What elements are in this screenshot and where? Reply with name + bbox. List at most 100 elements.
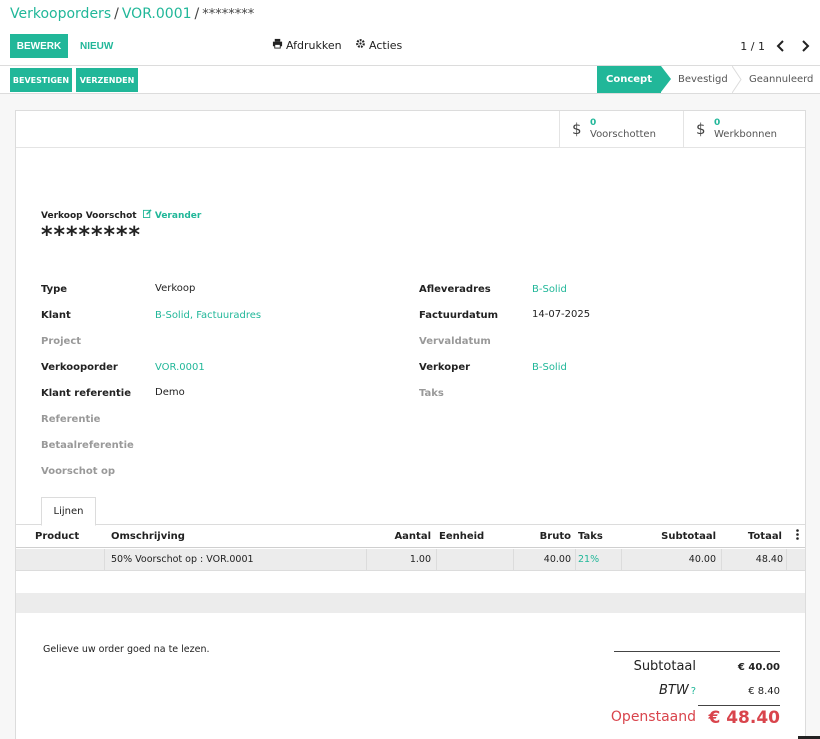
cell-gross: 40.00	[543, 554, 571, 565]
record-name: ********	[41, 223, 142, 248]
dollar-icon: $	[572, 120, 582, 138]
totals-divider	[698, 705, 780, 706]
field-value-salesperson[interactable]: B-Solid	[532, 362, 567, 373]
record-subtitle: Verkoop Voorschot Verander	[41, 209, 201, 221]
field-label-delivery-address: Afleveradres	[419, 284, 491, 295]
field-label-due-date: Vervaldatum	[419, 336, 491, 347]
form-sheet: $ 0 Voorschotten $ 0 Werkbonnen Verkoop …	[15, 110, 806, 739]
section-divider	[16, 593, 805, 613]
breadcrumb: Verkooporders / VOR.0001/********	[10, 6, 254, 22]
field-label-project: Project	[41, 336, 82, 347]
field-value-sales-order[interactable]: VOR.0001	[155, 362, 205, 373]
breadcrumb-separator: /	[194, 6, 200, 22]
table-row[interactable]: 50% Voorschot op : VOR.0001 1.00 40.00 2…	[16, 549, 805, 571]
cell-divider	[366, 549, 367, 571]
field-label-invoice-date: Factuurdatum	[419, 310, 499, 321]
amount-due-label: Openstaand	[610, 709, 696, 725]
field-value-customer[interactable]: B-Solid, Factuuradres	[155, 310, 261, 321]
gear-icon	[355, 38, 366, 52]
pager-value[interactable]: 1 / 1	[740, 40, 765, 53]
field-value-delivery-address[interactable]: B-Solid	[532, 284, 567, 295]
record-type-label: Verkoop Voorschot	[41, 211, 137, 221]
cell-description: 50% Voorschot op : VOR.0001	[111, 554, 254, 565]
advances-smart-button[interactable]: $ 0 Voorschotten	[559, 111, 683, 147]
actions-button[interactable]: Acties	[355, 38, 402, 52]
stage-concept[interactable]: Concept	[597, 66, 671, 93]
tax-label: BTW	[658, 683, 689, 698]
column-header-product[interactable]: Product	[35, 531, 79, 542]
amount-due-value: € 48.40	[708, 708, 780, 728]
print-label: Afdrukken	[286, 38, 342, 52]
field-label-advance-on: Voorschot op	[41, 466, 116, 477]
change-type-label: Verander	[154, 211, 202, 221]
subtotal-value: € 40.00	[737, 662, 780, 673]
column-header-quantity[interactable]: Aantal	[394, 531, 431, 542]
print-button[interactable]: Afdrukken	[272, 38, 342, 52]
pager-next-button[interactable]	[797, 37, 813, 55]
column-header-subtotal[interactable]: Subtotaal	[661, 531, 716, 542]
column-header-unit[interactable]: Eenheid	[439, 531, 484, 542]
column-header-tax[interactable]: Taks	[578, 531, 603, 542]
cell-divider	[513, 549, 514, 571]
cell-subtotal: 40.00	[688, 554, 716, 565]
cell-quantity: 1.00	[409, 554, 431, 565]
cell-divider	[786, 549, 787, 571]
field-value-invoice-date: 14-07-2025	[532, 309, 591, 320]
breadcrumb-separator: /	[114, 6, 119, 22]
stage-cancelled[interactable]: Geannuleerd	[749, 66, 813, 93]
stage-separator-icon	[732, 66, 742, 93]
work-orders-count: 0	[714, 118, 721, 128]
cell-divider	[104, 549, 105, 571]
order-note: Gelieve uw order goed na te lezen.	[43, 644, 210, 655]
breadcrumb-current: ********	[202, 7, 255, 22]
cell-tax[interactable]: 21%	[578, 554, 599, 565]
dollar-icon: $	[696, 120, 706, 138]
print-icon	[272, 38, 283, 52]
field-value-type: Verkoop	[155, 283, 196, 294]
new-button[interactable]: NIEUW	[75, 34, 118, 58]
control-panel: Verkooporders / VOR.0001/******** BEWERK N…	[0, 0, 820, 66]
chevron-right-icon	[801, 40, 809, 52]
tax-value: € 8.40	[748, 686, 780, 697]
edit-button[interactable]: BEWERK	[10, 34, 68, 58]
field-label-customer: Klant	[41, 310, 71, 321]
change-type-link[interactable]: Verander	[142, 209, 202, 221]
cell-divider	[436, 549, 437, 571]
pager-previous-button[interactable]	[772, 37, 788, 55]
field-label-type: Type	[41, 284, 68, 295]
cell-total: 48.40	[755, 554, 783, 565]
smart-button-box: $ 0 Voorschotten $ 0 Werkbonnen	[16, 111, 805, 148]
tab-lines[interactable]: Lijnen	[41, 497, 96, 526]
breadcrumb-order[interactable]: VOR.0001	[122, 6, 192, 22]
field-label-reference: Referentie	[41, 414, 101, 425]
work-orders-label: Werkbonnen	[714, 129, 777, 140]
field-label-salesperson: Verkoper	[419, 362, 471, 373]
status-bar: BEVESTIGEN VERZENDEN Concept Bevestigd G…	[0, 66, 820, 94]
column-header-total[interactable]: Totaal	[748, 531, 782, 542]
field-label-sales-order: Verkooporder	[41, 362, 118, 373]
confirm-button[interactable]: BEVESTIGEN	[10, 68, 72, 92]
field-label-tax: Taks	[419, 388, 444, 399]
column-options-icon[interactable]	[796, 529, 799, 543]
subtotal-label: Subtotaal	[633, 659, 696, 674]
tax-help-icon[interactable]: ?	[691, 686, 696, 697]
work-orders-smart-button[interactable]: $ 0 Werkbonnen	[683, 111, 805, 147]
send-button[interactable]: VERZENDEN	[76, 68, 138, 92]
field-value-customer-reference: Demo	[155, 387, 185, 398]
advances-count: 0	[590, 118, 597, 128]
column-header-gross[interactable]: Bruto	[540, 531, 571, 542]
field-label-customer-reference: Klant referentie	[41, 388, 131, 399]
advances-label: Voorschotten	[590, 129, 656, 140]
column-header-description[interactable]: Omschrijving	[111, 531, 185, 542]
chevron-left-icon	[776, 40, 784, 52]
cell-divider	[721, 549, 722, 571]
field-label-payment-reference: Betaalreferentie	[41, 440, 134, 451]
stage-confirmed[interactable]: Bevestigd	[678, 66, 728, 93]
actions-label: Acties	[369, 38, 403, 52]
totals-divider	[614, 651, 780, 652]
table-header: Product Omschrijving Aantal Eenheid Brut…	[16, 526, 805, 548]
breadcrumb-sales-orders[interactable]: Verkooporders	[10, 6, 111, 22]
tax-label-group: BTW?	[659, 683, 696, 698]
cell-divider	[621, 549, 622, 571]
edit-icon	[142, 209, 152, 218]
